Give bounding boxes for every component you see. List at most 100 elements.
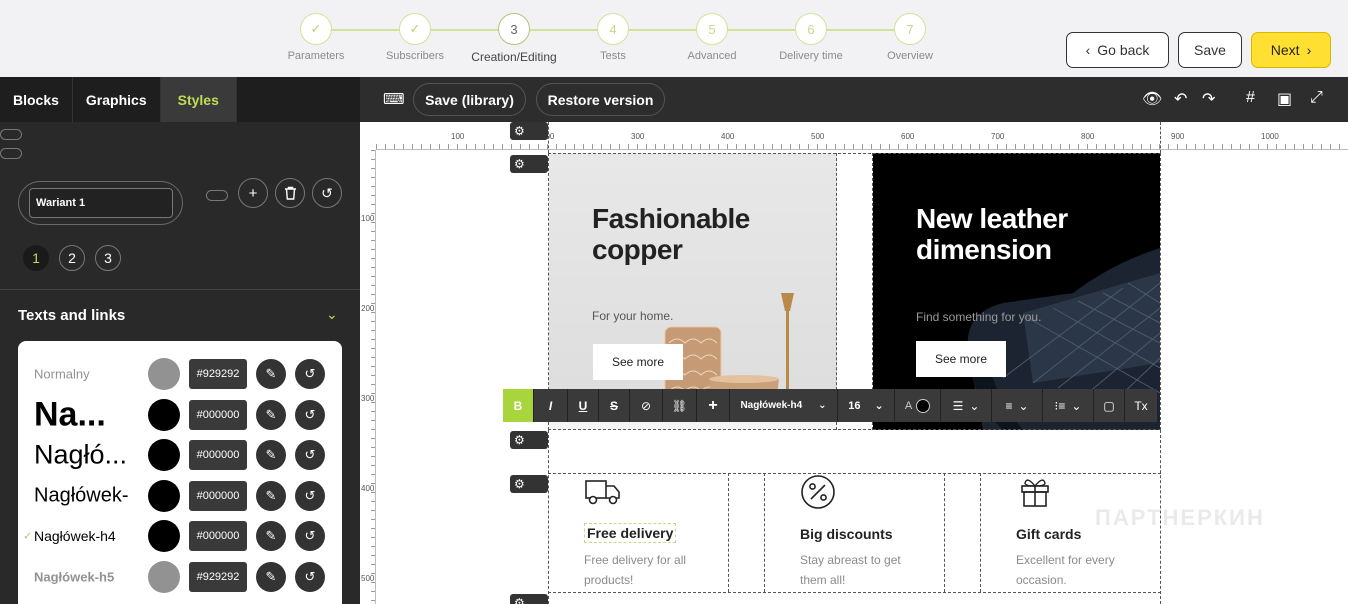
save-library-button[interactable]: Save (library) — [413, 83, 526, 116]
color-swatch[interactable] — [148, 358, 180, 390]
pencil-icon: ✎ — [265, 447, 277, 462]
email-canvas[interactable]: 100 200 300 400 500 600 700 800 900 1000… — [360, 122, 1348, 604]
italic-button[interactable]: I — [534, 389, 568, 422]
reset-style-button[interactable]: ↺ — [295, 359, 325, 389]
color-hex[interactable]: #000000 — [189, 521, 247, 551]
fullscreen-icon[interactable]: ⤢ — [1310, 89, 1323, 107]
bold-button[interactable]: B — [503, 389, 534, 422]
feature-title[interactable]: Gift cards — [1016, 526, 1081, 542]
step-label: Creation/Editing — [471, 50, 557, 64]
step-overview[interactable]: 7 Overview — [860, 13, 960, 62]
next-button[interactable]: Next › — [1251, 32, 1331, 68]
variant-number-3[interactable]: 3 — [95, 245, 121, 271]
block-settings-button[interactable]: ⚙ — [510, 155, 548, 173]
strikethrough-button[interactable]: S — [599, 389, 630, 422]
color-hex[interactable]: #929292 — [189, 562, 247, 592]
style-name[interactable]: Nagłó... — [34, 440, 127, 471]
edit-style-button[interactable]: ✎ — [256, 562, 286, 592]
variant-number-1[interactable]: 1 — [23, 245, 49, 271]
color-swatch[interactable] — [148, 520, 180, 552]
color-swatch[interactable] — [148, 439, 180, 471]
feature-description[interactable]: Free delivery for all products! — [584, 550, 686, 590]
edit-style-button[interactable]: ✎ — [256, 521, 286, 551]
border-button[interactable]: ▢ — [1094, 389, 1125, 422]
ruler-label: 700 — [991, 132, 1005, 141]
clear-link-button[interactable]: ⊘ — [630, 389, 663, 422]
reset-style-button[interactable]: ↺ — [295, 440, 325, 470]
tab-graphics[interactable]: Graphics — [73, 77, 161, 122]
feature-description-line: products! — [584, 573, 634, 587]
ordered-list-select[interactable]: ≡ ⌄ — [992, 389, 1043, 422]
text-style-row: Normalny #929292 ✎ ↺ — [18, 354, 342, 394]
block-settings-button[interactable]: ⚙ — [510, 122, 548, 140]
reset-style-button[interactable]: ↺ — [295, 481, 325, 511]
reset-style-button[interactable]: ↺ — [295, 562, 325, 592]
feature-description[interactable]: Stay abreast to get them all! — [800, 550, 901, 590]
edit-style-button[interactable]: ✎ — [256, 400, 286, 430]
step-parameters[interactable]: ✓ Parameters — [266, 13, 366, 62]
delete-variant-button[interactable] — [275, 178, 305, 208]
keyboard-icon[interactable]: ⌨ — [383, 90, 405, 108]
align-select[interactable]: ☰ ⌄ — [941, 389, 992, 422]
color-swatch[interactable] — [148, 399, 180, 431]
underline-button[interactable]: U — [568, 389, 599, 422]
save-button[interactable]: Save — [1178, 32, 1242, 68]
color-hex[interactable]: #000000 — [189, 481, 247, 511]
reset-style-button[interactable]: ↺ — [295, 521, 325, 551]
restore-version-button[interactable]: Restore version — [536, 83, 665, 116]
edit-style-button[interactable]: ✎ — [256, 481, 286, 511]
style-name[interactable]: Nagłówek-h5 — [34, 570, 114, 585]
tab-blocks[interactable]: Blocks — [0, 77, 73, 122]
step-delivery-time[interactable]: 6 Delivery time — [761, 13, 861, 62]
color-hex[interactable]: #929292 — [189, 359, 247, 389]
tab-styles[interactable]: Styles — [160, 77, 237, 122]
color-hex[interactable]: #000000 — [189, 400, 247, 430]
color-hex[interactable]: #000000 — [189, 440, 247, 470]
step-creation-editing[interactable]: 3 Creation/Editing — [464, 13, 564, 64]
ruler-label: 500 — [361, 574, 375, 583]
feature-title[interactable]: Big discounts — [800, 526, 893, 542]
reset-style-button[interactable]: ↺ — [295, 400, 325, 430]
edit-style-button[interactable]: ✎ — [256, 440, 286, 470]
color-swatch[interactable] — [148, 480, 180, 512]
toggle-pill-2[interactable] — [0, 148, 22, 159]
text-color-button[interactable]: A — [895, 389, 941, 422]
go-back-button[interactable]: ‹ Go back — [1066, 32, 1169, 68]
ruler-label: 200 — [361, 304, 375, 313]
redo-icon[interactable]: ↷ — [1202, 89, 1215, 109]
link-button[interactable]: ⛓ — [663, 389, 697, 422]
feature-description[interactable]: Excellent for every occasion. — [1016, 550, 1115, 590]
block-settings-button[interactable]: ⚙ — [510, 594, 548, 604]
chevron-down-icon[interactable]: ⌄ — [326, 306, 338, 323]
add-variant-button[interactable]: + — [238, 178, 268, 208]
variant-number-2[interactable]: 2 — [59, 245, 85, 271]
step-tests[interactable]: 4 Tests — [563, 13, 663, 62]
style-name[interactable]: Na... — [34, 396, 106, 435]
feature-title[interactable]: Free delivery — [584, 523, 677, 543]
style-name[interactable]: Normalny — [34, 367, 90, 382]
insert-button[interactable]: + — [697, 389, 730, 422]
bullet-list-select[interactable]: ⁝≡ ⌄ — [1043, 389, 1094, 422]
ruler-label: 500 — [811, 132, 825, 141]
step-advanced[interactable]: 5 Advanced — [662, 13, 762, 62]
grid-icon[interactable]: # — [1246, 89, 1255, 107]
style-name[interactable]: Nagłówek-h4 — [34, 528, 116, 544]
style-select[interactable]: Nagłówek-h4 ⌄ — [730, 389, 838, 422]
toggle-pill-1[interactable] — [0, 129, 22, 140]
image-icon[interactable]: ▣ — [1277, 89, 1292, 109]
block-settings-button[interactable]: ⚙ — [510, 431, 548, 449]
variant-name-input[interactable]: Wariant 1 — [29, 188, 173, 218]
variant-pill[interactable] — [206, 190, 228, 201]
undo-icon[interactable]: ↶ — [1174, 89, 1187, 109]
edit-style-button[interactable]: ✎ — [256, 359, 286, 389]
font-size-select[interactable]: 16 ⌄ — [838, 389, 895, 422]
reset-icon: ↺ — [304, 366, 316, 381]
color-swatch[interactable] — [148, 561, 180, 593]
style-name[interactable]: Nagłówek- — [34, 485, 128, 508]
clear-format-button[interactable]: Tx — [1125, 389, 1157, 422]
eye-icon[interactable]: 👁 — [1142, 89, 1162, 109]
texts-links-title[interactable]: Texts and links — [18, 307, 125, 324]
block-settings-button[interactable]: ⚙ — [510, 475, 548, 493]
reset-variant-button[interactable]: ↺ — [312, 178, 342, 208]
step-subscribers[interactable]: ✓ Subscribers — [365, 13, 465, 62]
